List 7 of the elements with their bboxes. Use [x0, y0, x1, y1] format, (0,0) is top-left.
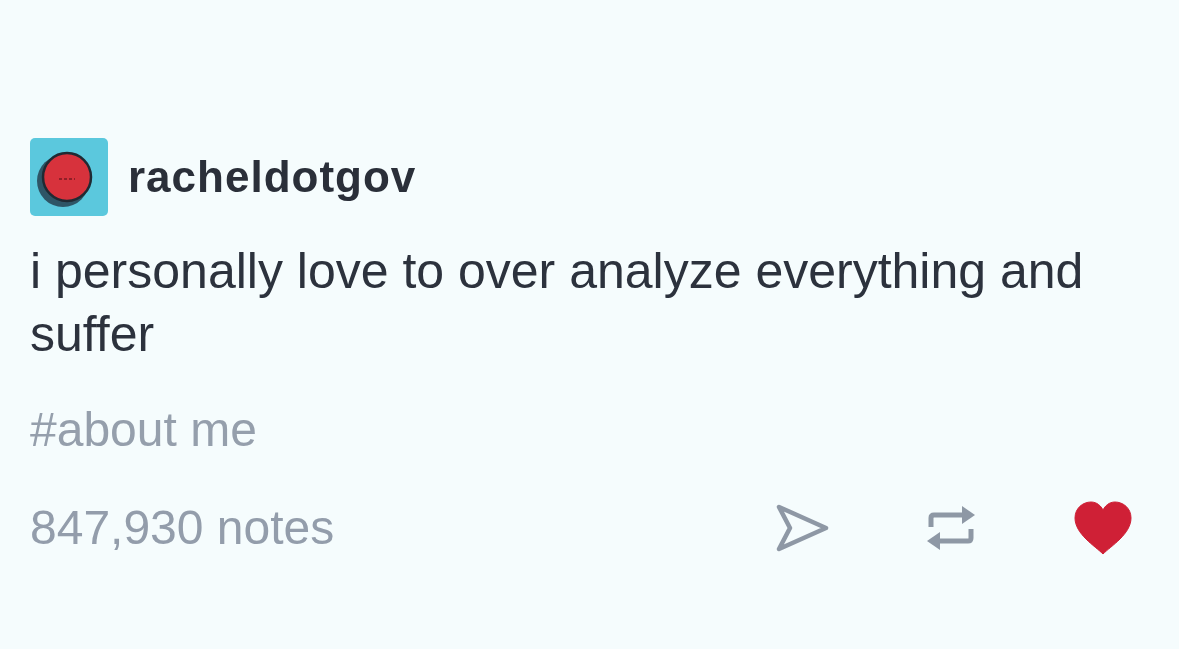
- post-text: i personally love to over analyze everything and suffer: [30, 242, 1085, 364]
- avatar-icon[interactable]: [30, 138, 108, 216]
- heart-icon[interactable]: [1073, 500, 1133, 556]
- notes-count[interactable]: 847,930 notes: [30, 498, 335, 558]
- tag-link[interactable]: #about me: [30, 400, 257, 460]
- username[interactable]: racheldotgov: [128, 155, 417, 199]
- send-icon[interactable]: [775, 503, 829, 553]
